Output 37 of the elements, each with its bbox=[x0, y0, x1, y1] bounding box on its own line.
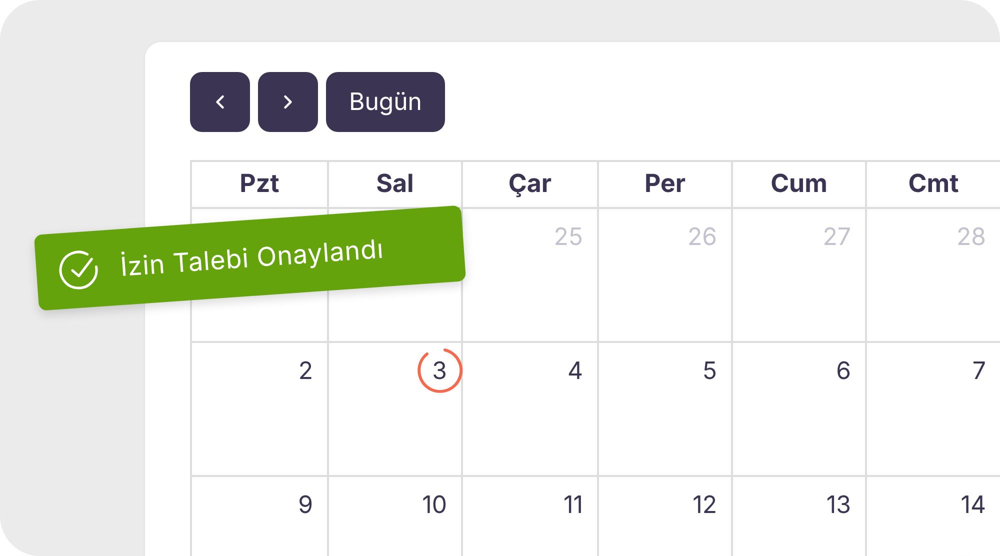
day-cell[interactable]: 5 bbox=[599, 343, 733, 477]
day-number: 14 bbox=[960, 489, 986, 521]
day-number: 4 bbox=[567, 355, 583, 387]
day-number: 13 bbox=[826, 489, 851, 521]
previous-button[interactable] bbox=[190, 72, 250, 132]
day-number: 7 bbox=[972, 355, 986, 387]
day-cell[interactable]: 6 bbox=[733, 343, 867, 477]
day-number: 5 bbox=[702, 355, 717, 387]
day-number: 10 bbox=[422, 489, 447, 521]
weekday-header: Pzt bbox=[192, 162, 329, 209]
day-cell[interactable]: 11 bbox=[463, 477, 599, 556]
day-cell[interactable]: 13 bbox=[733, 477, 867, 556]
day-number: 27 bbox=[822, 221, 851, 253]
weekday-header: Cmt bbox=[867, 162, 1000, 209]
day-cell[interactable]: 9 bbox=[192, 477, 329, 556]
toast-message: İzin Talebi Onaylandı bbox=[118, 232, 385, 285]
weekday-header: Cum bbox=[733, 162, 867, 209]
day-cell[interactable]: 14 bbox=[867, 477, 1000, 556]
day-cell[interactable]: 2 bbox=[192, 343, 329, 477]
weekday-header: Çar bbox=[463, 162, 599, 209]
today-button[interactable]: Bugün bbox=[326, 72, 445, 132]
day-cell[interactable]: 10 bbox=[329, 477, 463, 556]
day-cell[interactable]: 3 bbox=[329, 343, 463, 477]
day-number: 26 bbox=[687, 221, 717, 253]
day-cell[interactable]: 7 bbox=[867, 343, 1000, 477]
day-number: 2 bbox=[298, 355, 313, 387]
day-number: 11 bbox=[563, 489, 583, 521]
next-button[interactable] bbox=[258, 72, 318, 132]
day-number: 9 bbox=[298, 489, 313, 521]
day-number: 6 bbox=[836, 355, 851, 387]
day-number: 3 bbox=[432, 353, 447, 389]
day-number: 12 bbox=[692, 489, 717, 521]
day-cell[interactable]: 4 bbox=[463, 343, 599, 477]
day-cell[interactable]: 12 bbox=[599, 477, 733, 556]
weekday-header: Per bbox=[599, 162, 733, 209]
day-number: 28 bbox=[956, 221, 986, 253]
day-number: 25 bbox=[554, 221, 583, 253]
